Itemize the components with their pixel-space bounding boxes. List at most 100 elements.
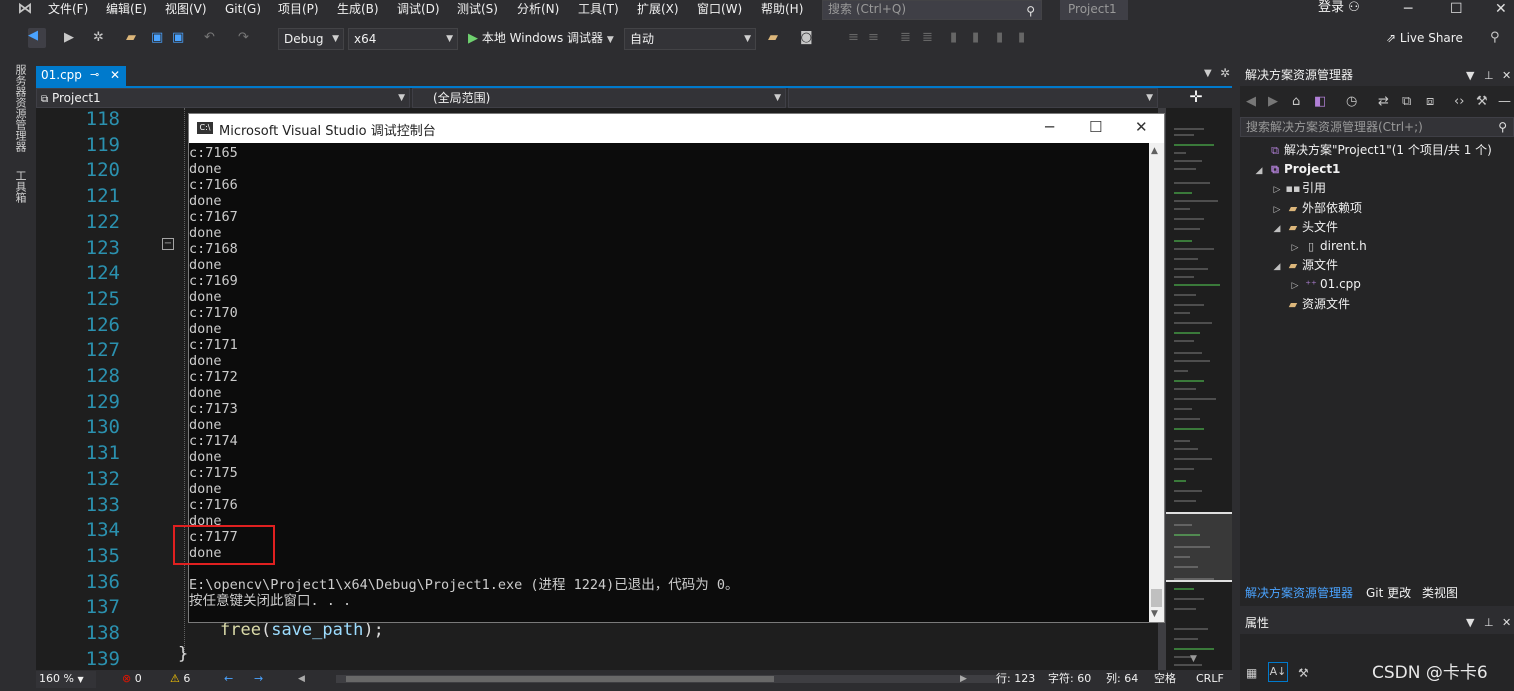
screenshot-icon[interactable]: ◙: [800, 30, 813, 45]
scroll-left-icon[interactable]: ◀: [298, 671, 305, 687]
expand-toggle-icon[interactable]: ▷: [1270, 181, 1284, 200]
settings-gear-icon[interactable]: ✲: [1220, 66, 1230, 80]
open-folder-icon[interactable]: ▰: [126, 30, 136, 45]
pane-options-icon[interactable]: ▼: [1466, 67, 1474, 85]
pin-icon[interactable]: ⊸: [90, 66, 99, 84]
menu-analyze[interactable]: 分析(N): [517, 0, 559, 20]
tree-item[interactable]: ▷ ▰ 外部依赖项: [1270, 199, 1362, 218]
configuration-select[interactable]: Debug ▼: [278, 28, 344, 50]
undo-icon[interactable]: ↶: [204, 30, 215, 45]
code-view-icon[interactable]: ‹›: [1454, 94, 1464, 109]
expand-toggle-icon[interactable]: ◢: [1270, 258, 1284, 277]
platform-select[interactable]: x64 ▼: [348, 28, 458, 50]
scroll-down-icon[interactable]: ▼: [1151, 609, 1158, 619]
maximize-icon[interactable]: ☐: [1450, 0, 1463, 20]
uncomment-icon[interactable]: ≣: [922, 30, 933, 45]
live-share-button[interactable]: ⇗ Live Share: [1386, 30, 1463, 46]
scroll-right-icon[interactable]: ▶: [960, 671, 967, 687]
outdent-icon[interactable]: ≡: [868, 30, 879, 45]
zoom-select[interactable]: 160 % ▼: [36, 671, 96, 688]
pane-pin-icon[interactable]: ⊥: [1484, 612, 1494, 634]
menu-test[interactable]: 测试(S): [457, 0, 498, 20]
more-icon[interactable]: —: [1498, 94, 1511, 109]
col-indicator[interactable]: 列: 64: [1106, 671, 1138, 687]
console-title-bar[interactable]: C:\ Microsoft Visual Studio 调试控制台 ─ ☐ ✕: [189, 114, 1164, 143]
home-icon[interactable]: ⌂: [1292, 94, 1300, 109]
visual-studio-logo-icon[interactable]: ⋈: [14, 1, 36, 18]
tab-solution-explorer[interactable]: 解决方案资源管理器: [1245, 583, 1353, 603]
console-output[interactable]: c:7165 done c:7166 done c:7167 done c:7168 done…: [189, 143, 1149, 622]
start-debugging-button[interactable]: ▶ 本地 Windows 调试器 ▼: [468, 30, 614, 50]
clear-bookmarks-icon[interactable]: ▮: [1018, 30, 1025, 45]
forward-icon[interactable]: ▶: [1268, 94, 1278, 109]
menu-help[interactable]: 帮助(H): [761, 0, 803, 20]
collapse-all-icon[interactable]: ⧉: [1402, 94, 1411, 109]
login-button[interactable]: 登录 ⚇: [1318, 0, 1360, 20]
hscroll-thumb[interactable]: [346, 676, 774, 682]
pane-pin-icon[interactable]: ⊥: [1484, 67, 1494, 85]
menu-window[interactable]: 窗口(W): [697, 0, 742, 20]
menu-file[interactable]: 文件(F): [48, 0, 88, 20]
run-mode-select[interactable]: 自动 ▼: [624, 28, 756, 50]
tree-item[interactable]: ◢ ▰ 源文件: [1270, 256, 1338, 275]
console-scrollbar[interactable]: ▲ ▼: [1149, 143, 1164, 622]
property-pages-icon[interactable]: ⚒: [1298, 666, 1309, 680]
code-line-free[interactable]: free(save_path);: [220, 620, 384, 640]
nav-back-icon[interactable]: ←: [224, 671, 233, 687]
next-bookmark-icon[interactable]: ▮: [996, 30, 1003, 45]
sync-icon[interactable]: ⇄: [1378, 94, 1389, 109]
collapse-icon[interactable]: −: [162, 238, 174, 250]
expand-toggle-icon[interactable]: ▷: [1288, 277, 1302, 296]
search-input[interactable]: 搜索 (Ctrl+Q) ⚲: [822, 0, 1042, 20]
errors-indicator[interactable]: ⊗ 0: [122, 671, 142, 687]
tree-item[interactable]: ▷ ▯ dirent.h: [1288, 237, 1367, 256]
horizontal-scrollbar[interactable]: [336, 675, 1006, 683]
menu-view[interactable]: 视图(V): [165, 0, 207, 20]
categorized-icon[interactable]: ▦: [1246, 666, 1257, 680]
comment-icon[interactable]: ≣: [900, 30, 911, 45]
save-icon[interactable]: ▣: [151, 30, 163, 45]
expand-toggle-icon[interactable]: ▷: [1288, 239, 1302, 258]
properties-wrench-icon[interactable]: ⚒: [1476, 94, 1488, 109]
menu-edit[interactable]: 编辑(E): [106, 0, 147, 20]
scroll-down-icon[interactable]: ▼: [1190, 654, 1197, 664]
server-explorer-tab[interactable]: 服务器资源管理器: [12, 64, 28, 164]
console-scroll-thumb[interactable]: [1151, 589, 1162, 607]
tab-git-changes[interactable]: Git 更改: [1366, 583, 1411, 603]
menu-git[interactable]: Git(G): [225, 0, 261, 20]
whitespace-indicator[interactable]: 空格: [1154, 671, 1176, 687]
tree-item[interactable]: ◢ ▰ 头文件: [1270, 218, 1338, 237]
console-maximize-icon[interactable]: ☐: [1089, 118, 1102, 136]
prev-bookmark-icon[interactable]: ▮: [972, 30, 979, 45]
tree-item[interactable]: ▰ 资源文件: [1270, 295, 1350, 314]
indent-icon[interactable]: ≡: [848, 30, 859, 45]
browse-icon[interactable]: ▰: [768, 30, 778, 45]
bookmark-icon[interactable]: ▮: [950, 30, 957, 45]
expand-toggle-icon[interactable]: ◢: [1270, 220, 1284, 239]
member-dropdown[interactable]: ▼: [788, 88, 1158, 108]
tree-item[interactable]: ◢ ⧉ Project1: [1252, 160, 1341, 181]
tree-item[interactable]: ▷ ▪▪ 引用: [1270, 179, 1326, 198]
eol-indicator[interactable]: CRLF: [1196, 671, 1224, 687]
tree-item[interactable]: ▷ ⁺⁺ 01.cpp: [1288, 275, 1361, 294]
pane-close-icon[interactable]: ✕: [1502, 67, 1511, 85]
console-close-icon[interactable]: ✕: [1135, 118, 1148, 136]
split-editor-icon[interactable]: ✛: [1186, 88, 1206, 108]
debug-console-window[interactable]: C:\ Microsoft Visual Studio 调试控制台 ─ ☐ ✕ …: [188, 113, 1165, 623]
tab-01-cpp[interactable]: 01.cpp ⊸ ✕: [36, 66, 126, 86]
line-indicator[interactable]: 行: 123: [996, 671, 1035, 687]
tab-class-view[interactable]: 类视图: [1422, 583, 1458, 603]
minimize-icon[interactable]: ─: [1404, 0, 1412, 20]
scope-dropdown[interactable]: (全局范围) ▼: [412, 88, 786, 108]
project-dropdown[interactable]: ⧉ Project1 ▼: [36, 88, 410, 108]
back-icon[interactable]: ◀: [1246, 94, 1256, 109]
solution-search-input[interactable]: 搜索解决方案资源管理器(Ctrl+;) ⚲: [1240, 117, 1514, 137]
menu-extensions[interactable]: 扩展(X): [637, 0, 679, 20]
minimap[interactable]: [1166, 108, 1232, 670]
pending-changes-icon[interactable]: ◷: [1346, 94, 1357, 109]
warnings-indicator[interactable]: ⚠ 6: [170, 671, 190, 687]
menu-debug[interactable]: 调试(D): [397, 0, 440, 20]
nav-forward-icon[interactable]: →: [254, 671, 263, 687]
show-all-files-icon[interactable]: ⧈: [1426, 94, 1434, 109]
expand-toggle-icon[interactable]: ◢: [1252, 162, 1266, 181]
